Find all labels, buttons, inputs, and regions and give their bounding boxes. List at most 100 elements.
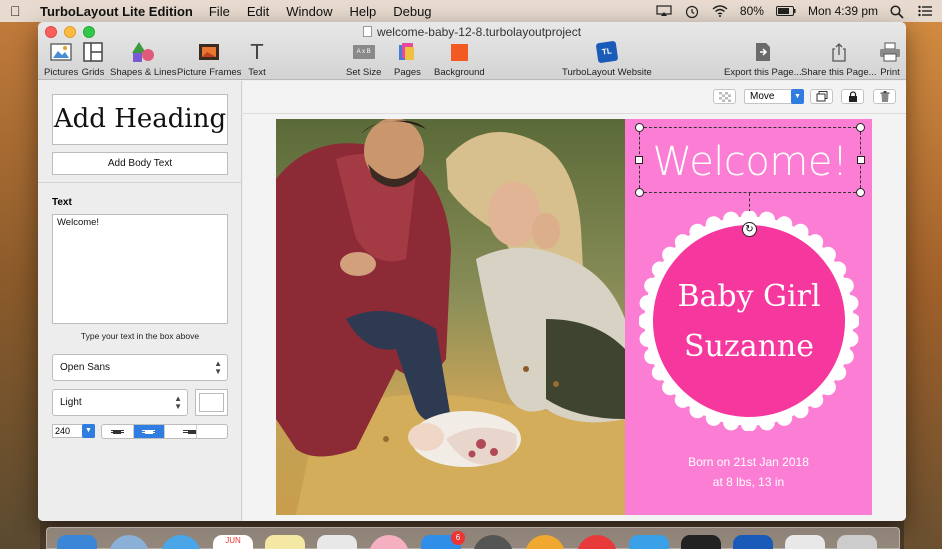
turbolayout-dock-icon[interactable] bbox=[733, 535, 773, 549]
text-input-area[interactable]: Welcome! bbox=[52, 214, 228, 324]
battery-icon[interactable] bbox=[775, 5, 796, 17]
trash-icon bbox=[880, 91, 889, 102]
add-body-text-button[interactable]: Add Body Text bbox=[52, 152, 228, 175]
app-store-icon[interactable]: 6 bbox=[421, 531, 465, 549]
set-size-icon: A x B bbox=[352, 40, 376, 64]
notification-center-icon[interactable] bbox=[918, 5, 934, 17]
menu-bar:  TurboLayout Lite Edition File Edit Win… bbox=[0, 0, 942, 22]
apple-menu-icon[interactable]:  bbox=[10, 3, 28, 19]
resize-handle-left[interactable] bbox=[635, 156, 643, 164]
resize-handle-right[interactable] bbox=[857, 156, 865, 164]
toolbar-export-button[interactable]: Export this Page... bbox=[724, 40, 802, 78]
tool-mode-select[interactable]: Move ▼ bbox=[744, 89, 804, 104]
menu-window[interactable]: Window bbox=[286, 4, 332, 19]
xcode-icon[interactable] bbox=[629, 535, 669, 549]
toolbar-text-label: Text bbox=[248, 67, 266, 78]
folder-icon[interactable] bbox=[785, 535, 825, 549]
toolbar-share-button[interactable]: Share this Page... bbox=[801, 40, 877, 78]
calendar-icon[interactable]: JUN bbox=[213, 535, 253, 549]
document-title: welcome-baby-12-8.turbolayoutproject bbox=[38, 25, 906, 39]
menu-edit[interactable]: Edit bbox=[247, 4, 269, 19]
toolbar-background-button[interactable]: Background bbox=[434, 40, 485, 78]
menu-debug[interactable]: Debug bbox=[393, 4, 431, 19]
text-color-well[interactable] bbox=[195, 389, 228, 416]
toolbar-pages-label: Pages bbox=[394, 67, 421, 78]
toolbar-pictures-button[interactable]: Pictures bbox=[44, 40, 78, 78]
app-menu[interactable]: TurboLayout Lite Edition bbox=[40, 4, 193, 19]
background-icon bbox=[447, 40, 471, 64]
toolbar-print-button[interactable]: Print bbox=[878, 40, 902, 78]
toolbar-frames-button[interactable]: Picture Frames bbox=[177, 40, 241, 78]
spotlight-search-icon[interactable] bbox=[890, 5, 906, 19]
menu-help[interactable]: Help bbox=[349, 4, 376, 19]
chevron-down-icon[interactable]: ▼ bbox=[791, 89, 804, 104]
arrange-button[interactable] bbox=[810, 89, 833, 104]
family-photo[interactable] bbox=[276, 119, 625, 515]
time-machine-icon[interactable] bbox=[684, 5, 700, 19]
toolbar-set-size-button[interactable]: A x B Set Size bbox=[346, 40, 381, 78]
resize-handle-top-left[interactable] bbox=[635, 123, 644, 132]
resize-handle-bottom-right[interactable] bbox=[856, 188, 865, 197]
font-weight-select[interactable]: Light ▲ ▼ bbox=[52, 389, 188, 416]
canvas-area: Move ▼ Welcome! ↻ Baby Girl Suzanne Born… bbox=[243, 81, 906, 521]
toolbar-text-button[interactable]: T Text bbox=[245, 40, 269, 78]
panel-divider bbox=[38, 182, 242, 183]
toolbar-pages-button[interactable]: Pages bbox=[394, 40, 421, 78]
font-family-select[interactable]: Open Sans ▲ ▼ bbox=[52, 354, 228, 381]
toolbar-frames-label: Picture Frames bbox=[177, 67, 242, 78]
family-photo-art bbox=[276, 119, 625, 515]
clock[interactable]: Mon 4:39 pm bbox=[808, 4, 878, 18]
photos-icon[interactable] bbox=[369, 535, 409, 549]
system-preferences-icon[interactable] bbox=[473, 535, 513, 549]
reminders-icon[interactable] bbox=[317, 535, 357, 549]
font-family-value: Open Sans bbox=[60, 362, 111, 373]
select-arrows-icon: ▲ ▼ bbox=[174, 393, 182, 411]
website-icon-text: TL bbox=[595, 40, 619, 64]
toolbar-shapes-button[interactable]: Shapes & Lines bbox=[110, 40, 177, 78]
notes-icon[interactable] bbox=[265, 535, 305, 549]
printer-icon bbox=[878, 40, 902, 64]
font-size-select[interactable]: 240 ▼ bbox=[52, 424, 95, 438]
add-heading-button[interactable]: Add Heading bbox=[52, 94, 228, 145]
lock-button[interactable] bbox=[841, 89, 864, 104]
toolbar-grids-button[interactable]: Grids bbox=[81, 40, 105, 78]
terminal-icon[interactable] bbox=[681, 535, 721, 549]
transparency-button[interactable] bbox=[713, 89, 736, 104]
chevron-down-icon[interactable]: ▼ bbox=[82, 424, 95, 438]
set-size-icon-text: A x B bbox=[352, 45, 375, 59]
delete-button[interactable] bbox=[873, 89, 896, 104]
align-center-button[interactable] bbox=[133, 425, 165, 438]
dock: JUN 6 bbox=[46, 527, 900, 549]
toolbar-pictures-label: Pictures bbox=[44, 67, 79, 78]
desktop-background-left bbox=[0, 22, 40, 549]
badge-line-2[interactable]: Suzanne bbox=[639, 329, 859, 364]
launchpad-icon[interactable] bbox=[109, 535, 149, 549]
badge-line-1[interactable]: Baby Girl bbox=[639, 279, 859, 314]
music-icon[interactable] bbox=[577, 535, 617, 549]
selection-box bbox=[639, 127, 861, 193]
finder-icon[interactable] bbox=[57, 535, 97, 549]
lock-icon bbox=[848, 91, 857, 102]
ibooks-icon[interactable] bbox=[525, 535, 565, 549]
menu-file[interactable]: File bbox=[209, 4, 230, 19]
wifi-icon[interactable] bbox=[712, 5, 728, 17]
toolbar-shapes-label: Shapes & Lines bbox=[110, 67, 177, 78]
window-toolbar: welcome-baby-12-8.turbolayoutproject Pic… bbox=[38, 22, 906, 80]
airplay-icon[interactable] bbox=[656, 5, 672, 17]
align-justify-button[interactable] bbox=[197, 425, 228, 438]
align-right-button[interactable] bbox=[165, 425, 197, 438]
toolbar-website-button[interactable]: TL TurboLayout Website bbox=[562, 40, 652, 78]
align-left-button[interactable] bbox=[102, 425, 134, 438]
resize-handle-bottom-left[interactable] bbox=[635, 188, 644, 197]
rotate-handle-icon[interactable]: ↻ bbox=[742, 222, 757, 237]
resize-handle-top-right[interactable] bbox=[856, 123, 865, 132]
design-page[interactable]: Welcome! ↻ Baby Girl Suzanne Born on 21s… bbox=[276, 119, 872, 515]
safari-icon[interactable] bbox=[161, 535, 201, 549]
toolbar-share-label: Share this Page... bbox=[801, 67, 877, 78]
birth-date-text[interactable]: Born on 21st Jan 2018 bbox=[625, 455, 872, 469]
app-store-badge: 6 bbox=[451, 531, 465, 545]
align-justify-icon bbox=[197, 428, 228, 436]
birth-stats-text[interactable]: at 8 lbs, 13 in bbox=[625, 475, 872, 489]
trash-icon[interactable] bbox=[837, 535, 877, 549]
grids-icon bbox=[81, 40, 105, 64]
